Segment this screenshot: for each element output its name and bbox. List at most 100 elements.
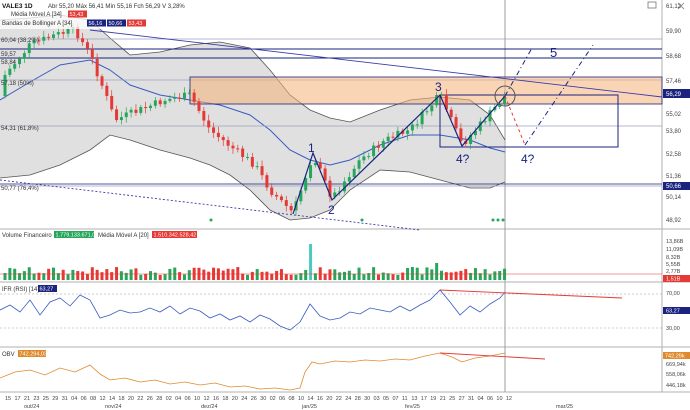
- candle-body: [119, 117, 123, 121]
- month-label: jan/25: [301, 404, 317, 410]
- volume-bar: [270, 273, 274, 280]
- volume-bar: [391, 274, 395, 280]
- day-tick: 08: [289, 396, 295, 402]
- candle-body: [66, 28, 70, 34]
- volume-bar: [246, 274, 249, 280]
- day-tick: 12: [203, 396, 209, 402]
- volume-ma-title[interactable]: Média Móvel A [20]: [98, 233, 149, 239]
- day-tick: 22: [137, 396, 143, 402]
- candle-body: [483, 121, 487, 123]
- volume-value: 1.779.133.671,00: [56, 233, 99, 239]
- candle-body: [187, 92, 191, 94]
- obv-value: 742.294,03: [20, 352, 48, 358]
- volume-bar: [323, 273, 327, 280]
- day-tick: 04: [71, 396, 77, 402]
- volume-bar: [343, 271, 346, 280]
- day-tick: 02: [270, 396, 276, 402]
- ma-label[interactable]: Média Móvel A [34]: [11, 12, 62, 18]
- candle-body: [241, 148, 245, 158]
- day-tick: 18: [118, 396, 124, 402]
- day-tick: 20: [326, 396, 332, 402]
- volume-bar: [250, 271, 254, 280]
- volume-title[interactable]: Volume Financeiro: [2, 233, 52, 239]
- volume-bar: [304, 269, 308, 280]
- chart-canvas[interactable]: 1 2 3 4? 4? 5 60,04 (38,2%) 59,57 58,84 …: [0, 0, 690, 410]
- candle-body: [56, 32, 60, 35]
- candle-body: [449, 109, 453, 118]
- wave-label-5: 5: [550, 45, 557, 60]
- candle-body: [279, 196, 283, 201]
- day-tick: 27: [459, 396, 465, 402]
- volume-bar: [376, 274, 380, 280]
- symbol-label[interactable]: VALE3 1D: [2, 3, 33, 10]
- current-price: 56,29: [666, 92, 682, 98]
- bb-label[interactable]: Bandas de Bollinger A [34]: [2, 21, 73, 27]
- candle-body: [391, 136, 395, 138]
- bb-upper-value: 56,16: [89, 21, 103, 27]
- candle-body: [110, 95, 114, 110]
- wave-label-2: 2: [328, 203, 335, 217]
- volume-bar: [294, 274, 298, 280]
- day-tick: 12: [506, 396, 512, 402]
- resistance-zone[interactable]: [189, 76, 663, 105]
- candle-body: [352, 168, 356, 178]
- candle-body: [168, 98, 172, 101]
- obv-tick: 446,18k: [666, 383, 686, 389]
- day-tick: 24: [241, 396, 247, 402]
- candle-body: [207, 120, 211, 128]
- price-tick: 50,14: [666, 195, 682, 201]
- chart-app: 1 2 3 4? 4? 5 60,04 (38,2%) 59,57 58,84 …: [0, 0, 690, 410]
- volume-bar: [444, 272, 448, 280]
- bb-lower-value: 50,66: [109, 21, 123, 27]
- volume-bar: [105, 269, 109, 280]
- candle-body: [134, 109, 138, 113]
- volume-tick: 5,55B: [666, 262, 681, 268]
- price-tick: 59,90: [666, 29, 682, 35]
- volume-bar: [381, 272, 385, 280]
- candle-body: [81, 38, 85, 43]
- signal-dot: [491, 218, 495, 222]
- candle-body: [362, 156, 366, 161]
- volume-bar: [66, 274, 70, 280]
- volume-bar: [61, 269, 65, 280]
- volume-bar: [85, 273, 89, 280]
- day-tick: 21: [440, 396, 446, 402]
- volume-bar: [318, 267, 322, 280]
- candle-body: [372, 145, 376, 157]
- candle-body: [406, 130, 410, 134]
- volume-bar: [47, 268, 51, 280]
- volume-bar: [309, 244, 313, 280]
- volume-bar: [265, 271, 269, 280]
- signal-dot: [496, 218, 500, 222]
- obv-title[interactable]: OBV: [2, 352, 15, 358]
- day-tick: 06: [81, 396, 87, 402]
- price-tick: 52,58: [666, 152, 682, 158]
- day-tick: 17: [421, 396, 427, 402]
- price-tick: 58,68: [666, 54, 682, 60]
- volume-bar: [430, 269, 434, 280]
- day-tick: 07: [392, 396, 398, 402]
- day-tick: 08: [90, 396, 96, 402]
- day-tick: 30: [364, 396, 370, 402]
- candle-body: [459, 128, 463, 141]
- volume-bar: [81, 271, 85, 280]
- candle-body: [149, 105, 152, 109]
- volume-bar: [454, 271, 458, 280]
- candle-body: [95, 58, 99, 77]
- volume-bar: [241, 273, 245, 280]
- candle-body: [357, 160, 361, 169]
- day-tick: 20: [128, 396, 134, 402]
- wave-label-1: 1: [308, 141, 315, 155]
- volume-bar: [372, 267, 376, 280]
- rsi-title[interactable]: IFR (RSI) [14]: [2, 287, 39, 293]
- candle-body: [42, 36, 46, 41]
- day-tick: 26: [251, 396, 257, 402]
- day-tick: 25: [43, 396, 49, 402]
- volume-bar: [221, 270, 225, 280]
- candle-body: [202, 110, 206, 121]
- volume-bar: [187, 270, 191, 280]
- day-tick: 14: [307, 396, 313, 402]
- day-tick: 30: [260, 396, 266, 402]
- volume-bar: [347, 270, 351, 280]
- candle-body: [386, 136, 390, 142]
